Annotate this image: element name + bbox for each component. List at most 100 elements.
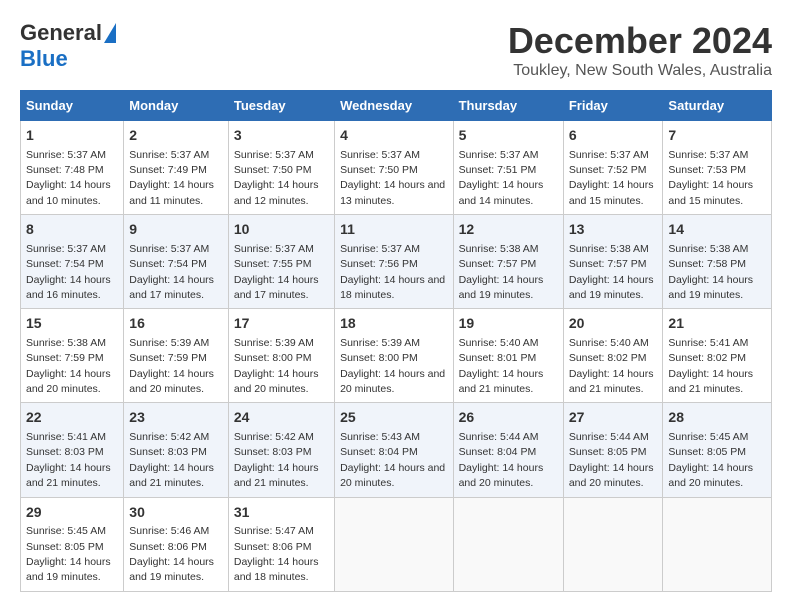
sunrise-info: Sunrise: 5:40 AM (569, 337, 649, 349)
sunrise-info: Sunrise: 5:38 AM (459, 243, 539, 255)
sunrise-info: Sunrise: 5:39 AM (129, 337, 209, 349)
sunset-info: Sunset: 7:54 PM (129, 258, 207, 270)
sunset-info: Sunset: 8:03 PM (129, 446, 207, 458)
header: General Blue December 2024 Toukley, New … (20, 20, 772, 80)
table-row: 22 Sunrise: 5:41 AM Sunset: 8:03 PM Dayl… (21, 403, 124, 497)
col-tuesday: Tuesday (228, 91, 334, 121)
sunrise-info: Sunrise: 5:37 AM (234, 243, 314, 255)
table-row (563, 497, 663, 591)
sunset-info: Sunset: 7:57 PM (569, 258, 647, 270)
daylight-info: Daylight: 14 hours and 21 minutes. (234, 462, 319, 489)
col-saturday: Saturday (663, 91, 772, 121)
sunset-info: Sunset: 8:01 PM (459, 352, 537, 364)
day-number: 2 (129, 126, 223, 146)
calendar-week-row: 22 Sunrise: 5:41 AM Sunset: 8:03 PM Dayl… (21, 403, 772, 497)
col-monday: Monday (124, 91, 229, 121)
sunset-info: Sunset: 7:50 PM (340, 164, 418, 176)
day-number: 28 (668, 408, 766, 428)
sunrise-info: Sunrise: 5:37 AM (129, 243, 209, 255)
title-area: December 2024 Toukley, New South Wales, … (508, 20, 772, 80)
sunset-info: Sunset: 7:59 PM (26, 352, 104, 364)
daylight-info: Daylight: 14 hours and 21 minutes. (459, 368, 544, 395)
sunrise-info: Sunrise: 5:42 AM (234, 431, 314, 443)
sunset-info: Sunset: 8:03 PM (234, 446, 312, 458)
sunset-info: Sunset: 7:58 PM (668, 258, 746, 270)
sunset-info: Sunset: 8:06 PM (234, 541, 312, 553)
table-row: 14 Sunrise: 5:38 AM Sunset: 7:58 PM Dayl… (663, 215, 772, 309)
sunset-info: Sunset: 8:05 PM (668, 446, 746, 458)
day-number: 11 (340, 220, 447, 240)
table-row: 27 Sunrise: 5:44 AM Sunset: 8:05 PM Dayl… (563, 403, 663, 497)
day-number: 30 (129, 503, 223, 523)
day-number: 1 (26, 126, 118, 146)
table-row: 21 Sunrise: 5:41 AM Sunset: 8:02 PM Dayl… (663, 309, 772, 403)
day-number: 26 (459, 408, 558, 428)
table-row: 12 Sunrise: 5:38 AM Sunset: 7:57 PM Dayl… (453, 215, 563, 309)
sunset-info: Sunset: 8:05 PM (26, 541, 104, 553)
sunrise-info: Sunrise: 5:41 AM (26, 431, 106, 443)
sunrise-info: Sunrise: 5:37 AM (129, 149, 209, 161)
logo-general: General (20, 20, 102, 46)
sunrise-info: Sunrise: 5:39 AM (340, 337, 420, 349)
daylight-info: Daylight: 14 hours and 20 minutes. (569, 462, 654, 489)
table-row: 10 Sunrise: 5:37 AM Sunset: 7:55 PM Dayl… (228, 215, 334, 309)
main-title: December 2024 (508, 20, 772, 62)
day-number: 18 (340, 314, 447, 334)
day-number: 23 (129, 408, 223, 428)
sunset-info: Sunset: 8:00 PM (340, 352, 418, 364)
daylight-info: Daylight: 14 hours and 21 minutes. (569, 368, 654, 395)
col-thursday: Thursday (453, 91, 563, 121)
day-number: 25 (340, 408, 447, 428)
daylight-info: Daylight: 14 hours and 20 minutes. (234, 368, 319, 395)
daylight-info: Daylight: 14 hours and 19 minutes. (26, 556, 111, 583)
table-row: 4 Sunrise: 5:37 AM Sunset: 7:50 PM Dayli… (335, 121, 453, 215)
table-row: 16 Sunrise: 5:39 AM Sunset: 7:59 PM Dayl… (124, 309, 229, 403)
logo-blue: Blue (20, 46, 68, 71)
table-row: 25 Sunrise: 5:43 AM Sunset: 8:04 PM Dayl… (335, 403, 453, 497)
table-row: 13 Sunrise: 5:38 AM Sunset: 7:57 PM Dayl… (563, 215, 663, 309)
sunset-info: Sunset: 8:03 PM (26, 446, 104, 458)
sunrise-info: Sunrise: 5:37 AM (569, 149, 649, 161)
sunset-info: Sunset: 7:55 PM (234, 258, 312, 270)
sunset-info: Sunset: 8:05 PM (569, 446, 647, 458)
col-wednesday: Wednesday (335, 91, 453, 121)
table-row: 1 Sunrise: 5:37 AM Sunset: 7:48 PM Dayli… (21, 121, 124, 215)
daylight-info: Daylight: 14 hours and 18 minutes. (340, 274, 445, 301)
daylight-info: Daylight: 14 hours and 15 minutes. (569, 179, 654, 206)
table-row: 7 Sunrise: 5:37 AM Sunset: 7:53 PM Dayli… (663, 121, 772, 215)
day-number: 4 (340, 126, 447, 146)
daylight-info: Daylight: 14 hours and 12 minutes. (234, 179, 319, 206)
sunrise-info: Sunrise: 5:43 AM (340, 431, 420, 443)
daylight-info: Daylight: 14 hours and 11 minutes. (129, 179, 214, 206)
sunset-info: Sunset: 8:04 PM (340, 446, 418, 458)
sunrise-info: Sunrise: 5:37 AM (340, 149, 420, 161)
sunrise-info: Sunrise: 5:40 AM (459, 337, 539, 349)
table-row: 31 Sunrise: 5:47 AM Sunset: 8:06 PM Dayl… (228, 497, 334, 591)
subtitle: Toukley, New South Wales, Australia (508, 62, 772, 80)
sunset-info: Sunset: 7:52 PM (569, 164, 647, 176)
sunset-info: Sunset: 7:49 PM (129, 164, 207, 176)
day-number: 3 (234, 126, 329, 146)
table-row: 23 Sunrise: 5:42 AM Sunset: 8:03 PM Dayl… (124, 403, 229, 497)
day-number: 24 (234, 408, 329, 428)
day-number: 31 (234, 503, 329, 523)
sunset-info: Sunset: 8:00 PM (234, 352, 312, 364)
day-number: 8 (26, 220, 118, 240)
table-row: 3 Sunrise: 5:37 AM Sunset: 7:50 PM Dayli… (228, 121, 334, 215)
day-number: 17 (234, 314, 329, 334)
sunrise-info: Sunrise: 5:42 AM (129, 431, 209, 443)
daylight-info: Daylight: 14 hours and 20 minutes. (668, 462, 753, 489)
sunrise-info: Sunrise: 5:45 AM (26, 525, 106, 537)
table-row: 30 Sunrise: 5:46 AM Sunset: 8:06 PM Dayl… (124, 497, 229, 591)
sunset-info: Sunset: 7:56 PM (340, 258, 418, 270)
sunset-info: Sunset: 7:51 PM (459, 164, 537, 176)
sunrise-info: Sunrise: 5:37 AM (340, 243, 420, 255)
sunrise-info: Sunrise: 5:47 AM (234, 525, 314, 537)
daylight-info: Daylight: 14 hours and 19 minutes. (569, 274, 654, 301)
sunset-info: Sunset: 7:59 PM (129, 352, 207, 364)
day-number: 5 (459, 126, 558, 146)
sunrise-info: Sunrise: 5:41 AM (668, 337, 748, 349)
sunset-info: Sunset: 7:50 PM (234, 164, 312, 176)
daylight-info: Daylight: 14 hours and 21 minutes. (129, 462, 214, 489)
day-number: 27 (569, 408, 658, 428)
